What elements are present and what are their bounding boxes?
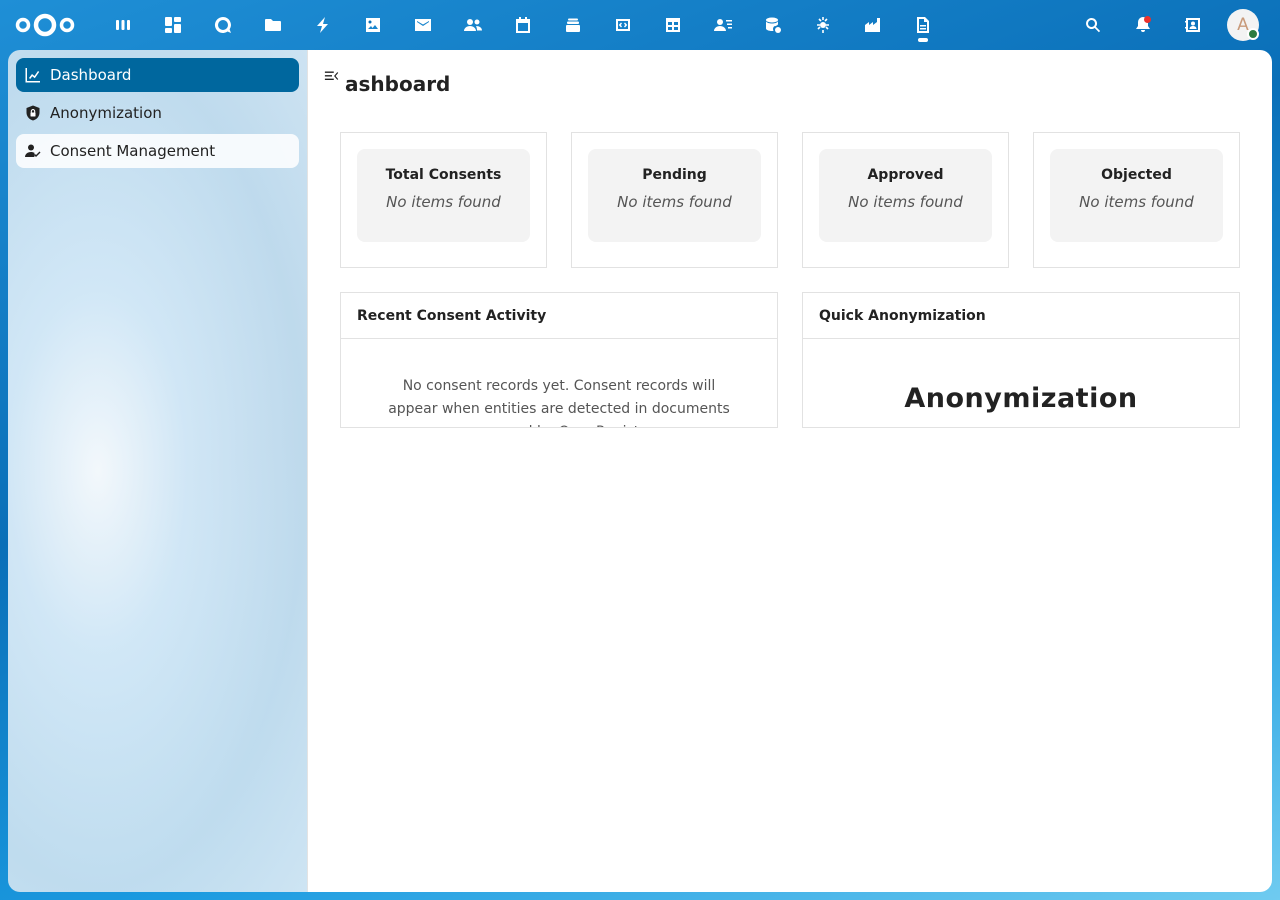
contacts-icon[interactable] (461, 13, 485, 37)
stat-card-pending: Pending No items found (571, 132, 778, 268)
stat-value: No items found (848, 193, 963, 211)
stat-value: No items found (386, 193, 501, 211)
app-frame: Dashboard Anonymization Consent Manageme… (8, 50, 1272, 892)
search-icon[interactable] (1081, 13, 1105, 37)
nextcloud-logo[interactable] (14, 12, 76, 38)
page-title: ashboard (345, 72, 451, 96)
stat-card-approved: Approved No items found (802, 132, 1009, 268)
mail-icon[interactable] (411, 13, 435, 37)
shield-lock-icon (25, 105, 41, 121)
chart-icon (25, 67, 41, 83)
stat-card-total-consents: Total Consents No items found (340, 132, 547, 268)
menu-collapse-icon (324, 71, 339, 80)
lightning-icon[interactable] (311, 13, 335, 37)
sidebar-item-label: Anonymization (50, 104, 162, 122)
panel-title: Quick Anonymization (803, 293, 1239, 339)
table-icon[interactable] (661, 13, 685, 37)
calendar-icon[interactable] (511, 13, 535, 37)
code-box-icon[interactable] (611, 13, 635, 37)
main-content: ashboard Total Consents No items found P… (308, 50, 1272, 892)
recent-consent-activity-panel: Recent Consent Activity No consent recor… (340, 292, 778, 428)
stack-icon[interactable] (561, 13, 585, 37)
user-check-icon (25, 143, 41, 159)
online-status-badge (1247, 28, 1259, 40)
sidebar-item-consent-management[interactable]: Consent Management (16, 134, 299, 168)
notification-dot (1144, 16, 1151, 23)
sidebar: Dashboard Anonymization Consent Manageme… (8, 50, 308, 892)
image-icon[interactable] (361, 13, 385, 37)
dashboard-icon[interactable] (161, 13, 185, 37)
all-apps-icon[interactable] (111, 13, 135, 37)
stat-value: No items found (617, 193, 732, 211)
stat-label: Total Consents (385, 167, 502, 183)
empty-state-text: No consent records yet. Consent records … (388, 378, 730, 427)
stat-value: No items found (1079, 193, 1194, 211)
stat-card-inner: Objected No items found (1050, 149, 1223, 242)
document-icon[interactable] (911, 13, 935, 37)
panel-title: Recent Consent Activity (341, 293, 777, 339)
anonymization-heading: Anonymization (904, 383, 1138, 414)
sidebar-toggle-button[interactable] (322, 66, 342, 86)
database-icon[interactable] (761, 13, 785, 37)
stat-card-inner: Pending No items found (588, 149, 761, 242)
bell-icon[interactable] (1131, 13, 1155, 37)
contacts-menu-icon[interactable] (1181, 13, 1205, 37)
quick-anonymization-panel: Quick Anonymization Anonymization (802, 292, 1240, 428)
sidebar-item-anonymization[interactable]: Anonymization (16, 96, 299, 130)
puzzle-icon[interactable] (811, 13, 835, 37)
stat-card-inner: Total Consents No items found (357, 149, 530, 242)
folder-icon[interactable] (261, 13, 285, 37)
active-app-indicator (918, 38, 928, 42)
stat-card-objected: Objected No items found (1033, 132, 1240, 268)
sidebar-item-label: Consent Management (50, 142, 216, 160)
stat-label: Pending (642, 167, 707, 183)
sidebar-item-dashboard[interactable]: Dashboard (16, 58, 299, 92)
talk-icon[interactable] (211, 13, 235, 37)
top-header: A (0, 0, 1280, 50)
stat-label: Objected (1101, 167, 1172, 183)
stat-card-inner: Approved No items found (819, 149, 992, 242)
user-list-icon[interactable] (711, 13, 735, 37)
sidebar-item-label: Dashboard (50, 66, 132, 84)
factory-icon[interactable] (861, 13, 885, 37)
stat-label: Approved (867, 167, 944, 183)
